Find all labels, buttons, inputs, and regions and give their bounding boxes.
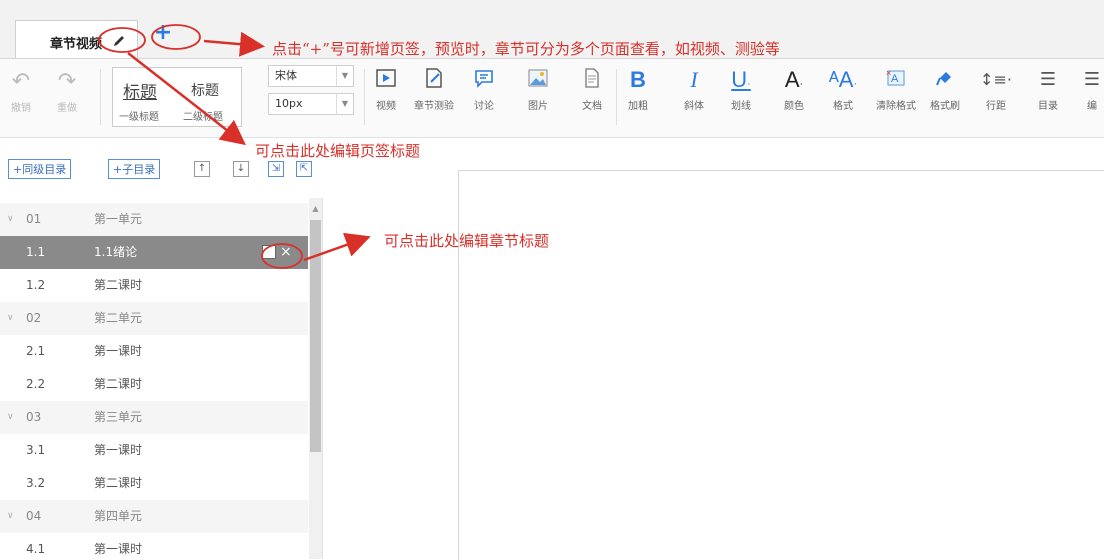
tree-item-row[interactable]: 2.2 第二课时: [0, 368, 308, 401]
toc-button[interactable]: ☰ 目录: [1034, 67, 1062, 112]
chapter-quiz-button[interactable]: 章节测验: [412, 67, 456, 112]
annotation-edit-tab: 可点击此处编辑页签标题: [255, 142, 421, 160]
editor-toolbar: ↶ 撤销 ↷ 重做 标题 标题 一级标题 二级标题 宋体 ▼ 10px ▼ 视频…: [0, 59, 1104, 138]
text-size-icon: ᴬA·: [828, 67, 858, 92]
chapter-tree: ∨ 01 第一单元 1.1 1.1绪论 × 1.2 第二课时 ∨ 02 第二单元…: [0, 198, 323, 559]
pencil-icon[interactable]: [262, 245, 276, 259]
chevron-down-icon[interactable]: ∨: [7, 302, 14, 335]
font-family-select[interactable]: 宋体 ▼: [268, 65, 354, 87]
bold-icon: B: [630, 67, 646, 92]
tab-label: 章节视频: [50, 37, 103, 52]
clear-format-button[interactable]: A × 清除格式: [872, 67, 920, 112]
chevron-down-icon: ▼: [336, 66, 353, 86]
video-button[interactable]: 视频: [372, 67, 400, 112]
tree-item-row[interactable]: 3.1 第一课时: [0, 434, 308, 467]
tree-item-row[interactable]: 1.1 1.1绪论 ×: [0, 236, 308, 269]
bold-button[interactable]: B 加粗: [624, 67, 652, 112]
line-spacing-icon: ↕≡·: [980, 70, 1012, 89]
add-tab-button[interactable]: +: [152, 22, 174, 45]
chevron-down-icon[interactable]: ∨: [7, 401, 14, 434]
pencil-icon[interactable]: [112, 34, 126, 48]
scrollbar-thumb[interactable]: [310, 220, 321, 452]
italic-button[interactable]: I 斜体: [680, 67, 708, 112]
format-button[interactable]: ᴬA· 格式: [826, 67, 860, 112]
tree-item-row[interactable]: 2.1 第一课时: [0, 335, 308, 368]
heading1-button[interactable]: 标题: [123, 78, 157, 103]
tree-item-row[interactable]: 1.2 第二课时: [0, 269, 308, 302]
edit-list-icon: ☰: [1083, 69, 1101, 90]
redo-icon: ↷: [57, 69, 77, 94]
discussion-button[interactable]: 讨论: [470, 67, 498, 112]
document-icon: [578, 67, 606, 93]
format-painter-icon: [926, 67, 964, 93]
list-icon: ☰: [1039, 69, 1057, 90]
editor-canvas[interactable]: [458, 170, 1104, 560]
chevron-down-icon[interactable]: ∨: [7, 203, 14, 236]
chat-icon: [470, 67, 498, 93]
italic-icon: I: [690, 67, 698, 92]
font-size-select[interactable]: 10px ▼: [268, 93, 354, 115]
export-icon[interactable]: ⇱: [296, 161, 312, 177]
document-button[interactable]: 文档: [578, 67, 606, 112]
move-up-icon[interactable]: ↑: [194, 161, 210, 177]
image-button[interactable]: 图片: [524, 67, 552, 112]
tree-item-row[interactable]: 4.1 第一课时: [0, 533, 308, 559]
close-icon[interactable]: ×: [280, 236, 292, 269]
image-icon: [524, 67, 552, 93]
tab-chapter-video[interactable]: 章节视频: [15, 20, 138, 58]
edit-button[interactable]: ☰ 编: [1080, 67, 1104, 112]
divider: [616, 69, 617, 125]
tree-unit-row[interactable]: ∨ 04 第四单元: [0, 500, 308, 533]
undo-button[interactable]: ↶ 撤销: [6, 69, 36, 114]
video-icon: [372, 67, 400, 93]
line-spacing-button[interactable]: ↕≡· 行距: [980, 67, 1012, 112]
heading-style-picker[interactable]: 标题 标题 一级标题 二级标题: [112, 67, 242, 127]
scroll-up-icon[interactable]: ▲: [309, 204, 322, 213]
redo-button[interactable]: ↷ 重做: [52, 69, 82, 114]
undo-icon: ↶: [11, 69, 31, 94]
format-painter-button[interactable]: 格式刷: [926, 67, 964, 112]
move-down-icon[interactable]: ↓: [233, 161, 249, 177]
divider: [364, 69, 365, 125]
import-icon[interactable]: ⇲: [268, 161, 284, 177]
divider: [100, 69, 101, 125]
quiz-icon: [412, 67, 456, 93]
svg-text:×: ×: [886, 68, 891, 78]
chevron-down-icon[interactable]: ∨: [7, 500, 14, 533]
annotation-edit-chapter: 可点击此处编辑章节标题: [384, 232, 550, 250]
svg-text:A: A: [891, 73, 899, 85]
tree-unit-row[interactable]: ∨ 02 第二单元: [0, 302, 308, 335]
chevron-down-icon: ▼: [336, 94, 353, 114]
tree-unit-row[interactable]: ∨ 03 第三单元: [0, 401, 308, 434]
add-same-level-button[interactable]: +同级目录: [8, 159, 72, 179]
font-color-icon: A·: [784, 67, 804, 92]
underline-icon: U·: [731, 67, 751, 92]
underline-button[interactable]: U· 划线: [724, 67, 758, 112]
tree-item-row[interactable]: 3.2 第二课时: [0, 467, 308, 500]
clear-format-icon: A ×: [872, 67, 920, 93]
tree-unit-row[interactable]: ∨ 01 第一单元: [0, 203, 308, 236]
color-button[interactable]: A· 颜色: [778, 67, 810, 112]
heading2-button[interactable]: 标题: [191, 80, 219, 100]
add-sub-level-button[interactable]: +子目录: [108, 159, 161, 179]
annotation-add-tab: 点击“+”号可新增页签，预览时，章节可分为多个页面查看，如视频、测验等: [272, 40, 780, 58]
